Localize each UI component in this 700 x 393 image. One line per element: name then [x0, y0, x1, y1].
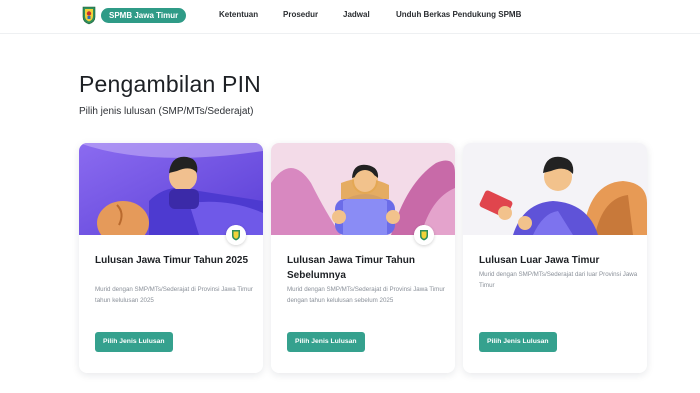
brand-badge[interactable]: SPMB Jawa Timur [101, 8, 187, 23]
graduate-card-jatim-previous: Lulusan Jawa Timur Tahun Sebelumnya Muri… [271, 143, 455, 373]
nav-link-prosedur[interactable]: Prosedur [283, 10, 318, 19]
graduate-card-jatim-2025: Lulusan Jawa Timur Tahun 2025 Murid deng… [79, 143, 263, 373]
card-illustration [463, 143, 647, 235]
page-subtitle: Pilih jenis lulusan (SMP/MTs/Sederajat) [79, 106, 254, 117]
graduate-card-outside-jatim: Lulusan Luar Jawa Timur Murid dengan SMP… [463, 143, 647, 373]
card-illustration [79, 143, 263, 235]
card-title: Lulusan Jawa Timur Tahun 2025 [95, 255, 249, 266]
top-navbar: SPMB Jawa Timur Ketentuan Prosedur Jadwa… [0, 0, 700, 34]
page-title: Pengambilan PIN [79, 71, 261, 97]
nav-link-jadwal[interactable]: Jadwal [343, 10, 370, 19]
jatim-emblem-icon [414, 225, 434, 245]
card-title: Lulusan Luar Jawa Timur [479, 255, 600, 266]
card-illustration [271, 143, 455, 235]
card-title: Lulusan Jawa Timur Tahun Sebelumnya [287, 255, 415, 281]
pick-graduate-type-button[interactable]: Pilih Jenis Lulusan [479, 332, 557, 352]
jatim-logo-icon[interactable] [82, 5, 96, 25]
pick-graduate-type-button[interactable]: Pilih Jenis Lulusan [287, 332, 365, 352]
card-description: Murid dengan SMP/MTs/Sederajat di Provin… [287, 286, 445, 304]
nav-link-unduh-berkas[interactable]: Unduh Berkas Pendukung SPMB [396, 10, 521, 19]
card-description: Murid dengan SMP/MTs/Sederajat dari luar… [479, 271, 638, 289]
jatim-emblem-icon [226, 225, 246, 245]
card-description: Murid dengan SMP/MTs/Sederajat di Provin… [95, 286, 253, 304]
nav-link-ketentuan[interactable]: Ketentuan [219, 10, 258, 19]
pick-graduate-type-button[interactable]: Pilih Jenis Lulusan [95, 332, 173, 352]
